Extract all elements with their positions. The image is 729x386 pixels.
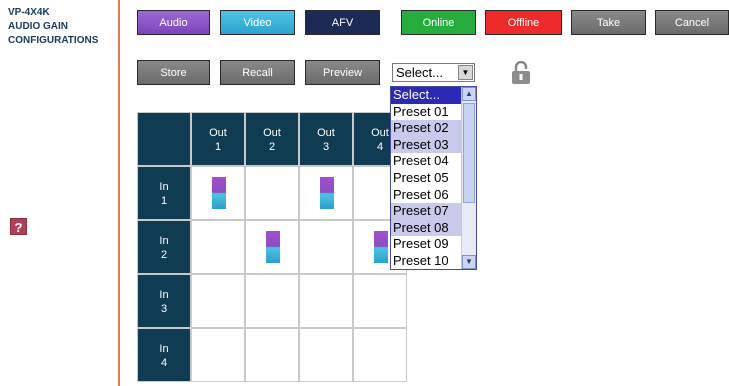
output-label: Out [263, 127, 281, 139]
crosspoint-in1-out1[interactable] [191, 166, 245, 220]
help-icon[interactable]: ? [10, 218, 27, 235]
output-header-3: Out 3 [299, 112, 353, 166]
input-number: 2 [160, 249, 168, 261]
output-label: Out [317, 127, 335, 139]
crosspoint-in3-out2[interactable] [245, 274, 299, 328]
left-nav: VP-4X4K AUDIO GAIN CONFIGURATIONS [8, 6, 98, 48]
crosspoint-in4-out3[interactable] [299, 328, 353, 382]
output-header-2: Out 2 [245, 112, 299, 166]
crosspoint-in4-out1[interactable] [191, 328, 245, 382]
video-button[interactable]: Video [220, 10, 295, 35]
input-number: 3 [160, 303, 168, 315]
crosspoint-in3-out4[interactable] [353, 274, 407, 328]
input-header-3: In 3 [137, 274, 191, 328]
scroll-down-icon[interactable]: ▼ [462, 255, 476, 269]
output-number: 2 [268, 141, 276, 153]
output-number: 4 [376, 141, 384, 153]
preset-dropdown-list: Select... Preset 01 Preset 02 Preset 03 … [390, 86, 477, 270]
cancel-button[interactable]: Cancel [655, 10, 729, 35]
crosspoint-in3-out3[interactable] [299, 274, 353, 328]
crosspoint-in4-out4[interactable] [353, 328, 407, 382]
nav-item-audio-gain[interactable]: AUDIO GAIN [8, 20, 98, 34]
route-marker [320, 177, 334, 209]
output-header-1: Out 1 [191, 112, 245, 166]
scroll-up-icon[interactable]: ▲ [462, 87, 476, 101]
input-label: In [159, 235, 169, 247]
take-button[interactable]: Take [571, 10, 646, 35]
dropdown-scrollbar[interactable]: ▲ ▼ [461, 87, 476, 269]
output-number: 3 [322, 141, 330, 153]
unlocked-padlock-icon[interactable] [511, 61, 531, 85]
nav-item-device[interactable]: VP-4X4K [8, 6, 98, 20]
preset-select-value: Select... [396, 65, 443, 80]
crosspoint-in1-out3[interactable] [299, 166, 353, 220]
preview-button[interactable]: Preview [305, 60, 380, 85]
input-number: 4 [160, 357, 168, 369]
input-number: 1 [160, 195, 168, 207]
store-button[interactable]: Store [137, 60, 210, 85]
afv-button[interactable]: AFV [305, 10, 380, 35]
audio-button[interactable]: Audio [137, 10, 210, 35]
route-marker [212, 177, 226, 209]
input-label: In [159, 343, 169, 355]
nav-item-configurations[interactable]: CONFIGURATIONS [8, 34, 98, 48]
crosspoint-in1-out2[interactable] [245, 166, 299, 220]
preset-select[interactable]: Select... ▼ [392, 63, 475, 82]
recall-button[interactable]: Recall [220, 60, 295, 85]
input-header-2: In 2 [137, 220, 191, 274]
input-label: In [159, 181, 169, 193]
crosspoint-in3-out1[interactable] [191, 274, 245, 328]
output-label: Out [371, 127, 389, 139]
route-marker [374, 231, 388, 263]
matrix-corner [137, 112, 191, 166]
vertical-divider [118, 0, 120, 386]
online-button[interactable]: Online [401, 10, 476, 35]
input-header-1: In 1 [137, 166, 191, 220]
crosspoint-in2-out3[interactable] [299, 220, 353, 274]
input-label: In [159, 289, 169, 301]
crosspoint-in2-out2[interactable] [245, 220, 299, 274]
output-number: 1 [214, 141, 222, 153]
crosspoint-in4-out2[interactable] [245, 328, 299, 382]
input-header-4: In 4 [137, 328, 191, 382]
crosspoint-in2-out1[interactable] [191, 220, 245, 274]
scrollbar-thumb[interactable] [463, 103, 475, 203]
output-label: Out [209, 127, 227, 139]
offline-button[interactable]: Offline [485, 10, 562, 35]
chevron-down-icon[interactable]: ▼ [458, 65, 473, 80]
route-marker [266, 231, 280, 263]
